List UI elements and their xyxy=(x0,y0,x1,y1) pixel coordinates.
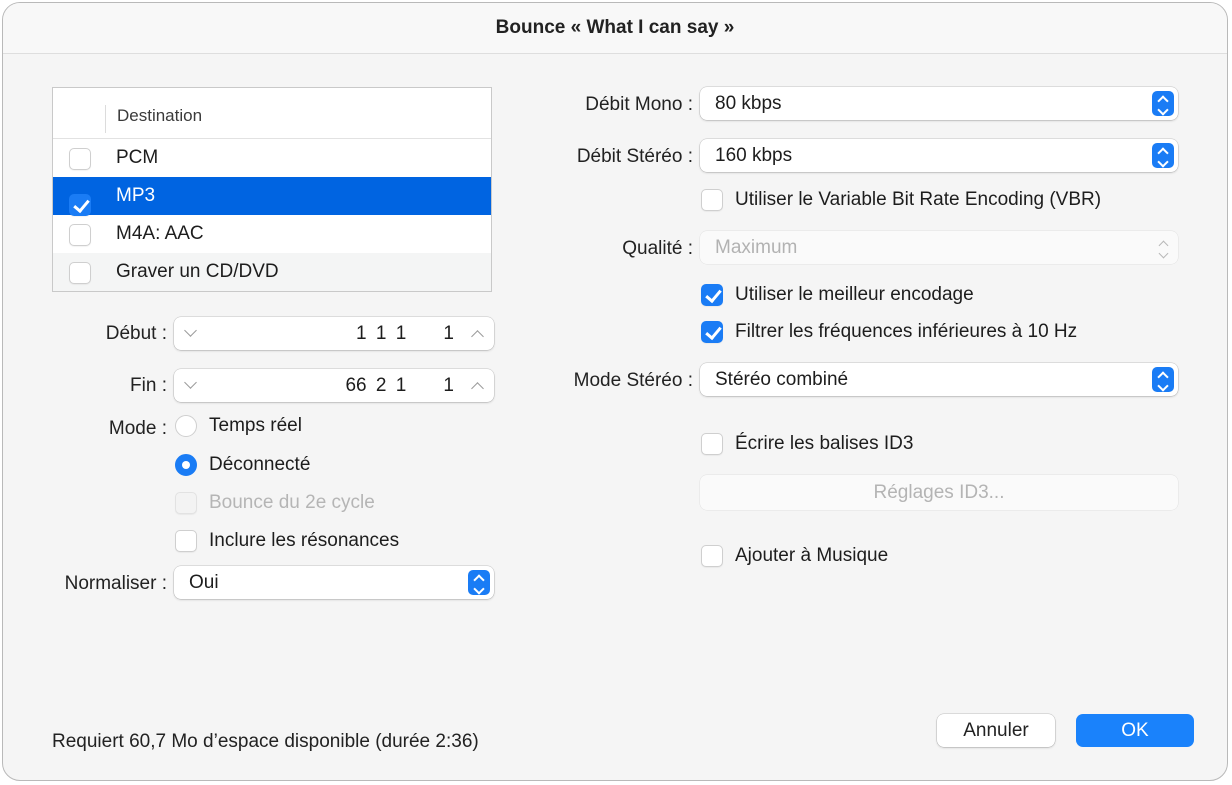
mono-rate-popup[interactable]: 80 kbps xyxy=(700,87,1178,120)
include-tails-checkbox[interactable] xyxy=(175,530,197,552)
space-required-status: Requiert 60,7 Mo d’espace disponible (du… xyxy=(52,731,479,752)
burn-cd-checkbox[interactable] xyxy=(69,262,91,284)
filter-low-option[interactable]: Filtrer les fréquences inférieures à 10 … xyxy=(701,321,1077,343)
stereo-mode-label: Mode Stéréo : xyxy=(573,370,693,391)
quality-label: Qualité : xyxy=(622,238,693,259)
option-label: Utiliser le meilleur encodage xyxy=(735,284,974,305)
vbr-checkbox[interactable] xyxy=(701,189,723,211)
chevron-down-icon[interactable] xyxy=(184,324,197,337)
end-label: Fin : xyxy=(130,375,167,396)
m4a-checkbox[interactable] xyxy=(69,224,91,246)
row-label: Graver un CD/DVD xyxy=(116,261,279,282)
mp3-checkbox[interactable] xyxy=(69,194,91,216)
column-separator xyxy=(105,105,106,133)
stereo-mode-value: Stéréo combiné xyxy=(715,369,849,390)
mono-rate-label: Débit Mono : xyxy=(585,94,693,115)
up-down-chevron-icon xyxy=(1152,91,1174,116)
add-to-music-checkbox[interactable] xyxy=(701,545,723,567)
option-label: Inclure les résonances xyxy=(209,530,400,551)
option-label: Temps réel xyxy=(209,415,302,436)
option-label: Filtrer les fréquences inférieures à 10 … xyxy=(735,321,1078,342)
stereo-rate-label: Débit Stéréo : xyxy=(576,146,693,167)
add-to-music-option[interactable]: Ajouter à Musique xyxy=(701,545,888,567)
vbr-option[interactable]: Utiliser le Variable Bit Rate Encoding (… xyxy=(701,189,1101,211)
stereo-rate-value: 160 kbps xyxy=(715,145,793,166)
stereo-rate-popup[interactable]: 160 kbps xyxy=(700,139,1178,172)
destination-row-burn-cd[interactable]: Graver un CD/DVD xyxy=(53,253,491,291)
option-label: Déconnecté xyxy=(209,454,311,475)
destination-row-m4a[interactable]: M4A: AAC xyxy=(53,215,491,253)
destination-table-header: Destination xyxy=(53,88,491,139)
chevron-down-icon[interactable] xyxy=(184,376,197,389)
filter-low-checkbox[interactable] xyxy=(701,321,723,343)
option-label: Bounce du 2e cycle xyxy=(209,492,375,513)
mode-offline-option[interactable]: Déconnecté xyxy=(175,454,310,476)
id3-settings-button: Réglages ID3... xyxy=(700,475,1178,510)
option-label: Utiliser le Variable Bit Rate Encoding (… xyxy=(735,189,1102,210)
best-encoding-checkbox[interactable] xyxy=(701,284,723,306)
quality-value: Maximum xyxy=(715,237,798,258)
normalize-value: Oui xyxy=(189,572,219,593)
write-id3-checkbox[interactable] xyxy=(701,433,723,455)
write-id3-option[interactable]: Écrire les balises ID3 xyxy=(701,433,913,455)
start-label: Début : xyxy=(105,323,167,344)
chevron-up-icon[interactable] xyxy=(471,382,484,395)
destination-row-pcm[interactable]: PCM xyxy=(53,139,491,177)
second-cycle-checkbox xyxy=(175,492,197,514)
bounce-dialog: Bounce « What I can say » Destination PC… xyxy=(2,2,1228,781)
option-label: Ajouter à Musique xyxy=(735,545,889,566)
up-down-chevron-icon xyxy=(468,570,490,595)
destination-column-header[interactable]: Destination xyxy=(117,106,202,126)
mode-realtime-option[interactable]: Temps réel xyxy=(175,415,302,437)
up-down-chevron-icon xyxy=(1152,235,1174,260)
dialog-title: Bounce « What I can say » xyxy=(3,3,1227,54)
up-down-chevron-icon xyxy=(1152,143,1174,168)
mono-rate-value: 80 kbps xyxy=(715,93,782,114)
mode-label: Mode : xyxy=(108,418,167,439)
chevron-up-icon[interactable] xyxy=(471,330,484,343)
realtime-radio[interactable] xyxy=(175,415,197,437)
quality-popup: Maximum xyxy=(700,231,1178,264)
option-label: Écrire les balises ID3 xyxy=(735,433,914,454)
ok-button[interactable]: OK xyxy=(1076,714,1194,747)
normalize-popup[interactable]: Oui xyxy=(174,566,494,599)
cancel-button[interactable]: Annuler xyxy=(937,714,1055,747)
best-encoding-option[interactable]: Utiliser le meilleur encodage xyxy=(701,284,974,306)
destination-table: Destination PCM MP3 M4A: AAC Graver un C… xyxy=(52,87,492,292)
pcm-checkbox[interactable] xyxy=(69,148,91,170)
stereo-mode-popup[interactable]: Stéréo combiné xyxy=(700,363,1178,396)
row-label: M4A: AAC xyxy=(116,223,204,244)
start-position-value: 1 1 1 1 xyxy=(356,323,454,344)
include-tails-option[interactable]: Inclure les résonances xyxy=(175,530,399,552)
offline-radio[interactable] xyxy=(175,454,197,476)
normalize-label: Normaliser : xyxy=(64,573,167,594)
row-label: PCM xyxy=(116,147,159,168)
end-position-value: 66 2 1 1 xyxy=(345,375,454,396)
row-label: MP3 xyxy=(116,185,156,206)
start-position-field[interactable]: 1 1 1 1 xyxy=(174,317,494,350)
destination-row-mp3[interactable]: MP3 xyxy=(53,177,491,216)
second-cycle-option: Bounce du 2e cycle xyxy=(175,492,375,514)
end-position-field[interactable]: 66 2 1 1 xyxy=(174,369,494,402)
up-down-chevron-icon xyxy=(1152,367,1174,392)
